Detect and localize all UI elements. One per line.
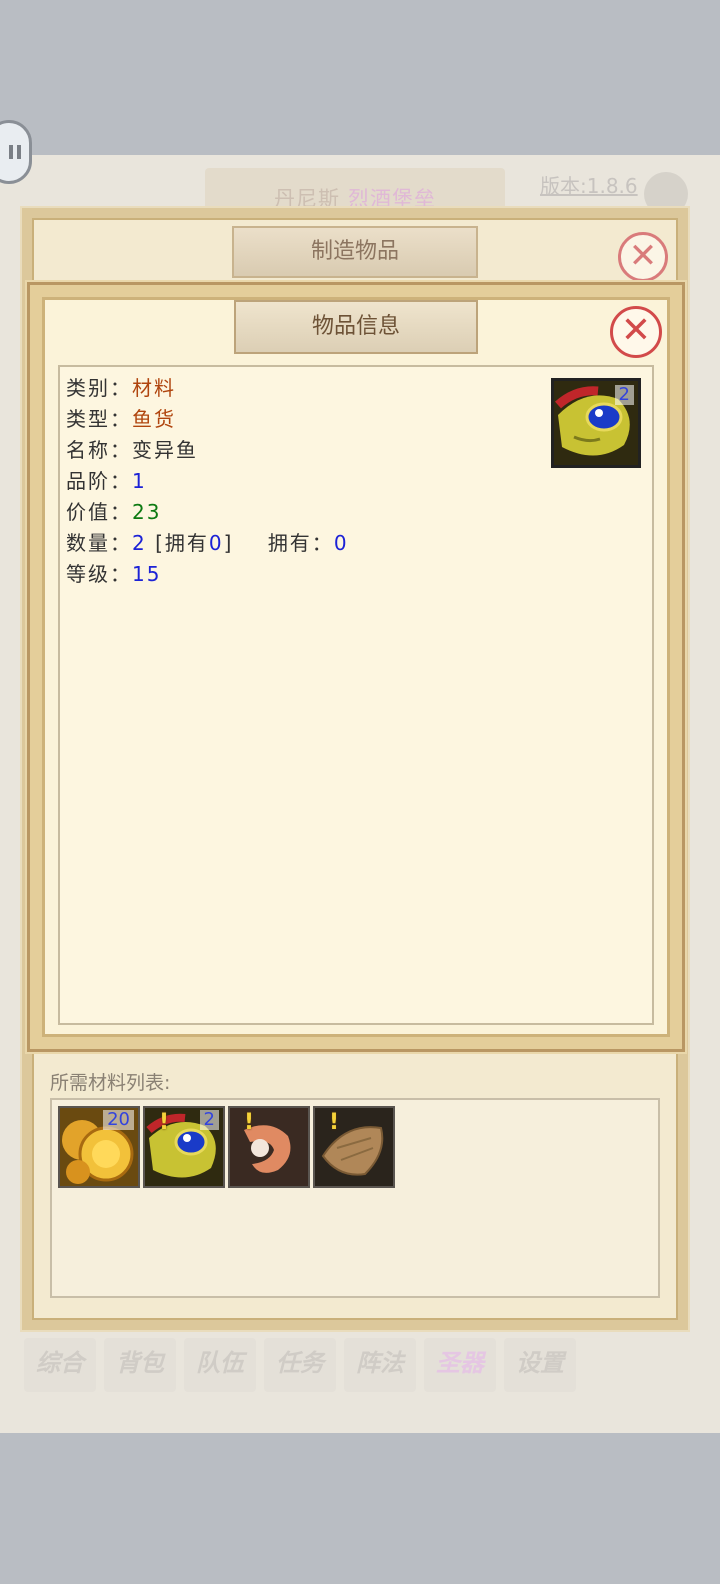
tab-formation[interactable]: 阵法 xyxy=(344,1338,416,1392)
owned-value: 0 xyxy=(333,531,349,555)
tab-team[interactable]: 队伍 xyxy=(184,1338,256,1392)
tab-artifact[interactable]: 圣器 xyxy=(424,1338,496,1392)
warning-icon: ! xyxy=(159,1110,170,1135)
value-value: 23 xyxy=(132,500,162,524)
material-slot-shrimp[interactable]: ! xyxy=(228,1106,310,1188)
grade-label: 品阶： xyxy=(66,469,132,493)
owned-bracket-close: ] xyxy=(223,531,234,555)
bottom-tab-bar: 综合 背包 队伍 任务 阵法 圣器 设置 xyxy=(24,1338,576,1392)
category-label: 类别： xyxy=(66,376,132,400)
owned-label: 拥有： xyxy=(267,531,334,555)
material-count: 2 xyxy=(199,1110,219,1130)
tab-quest[interactable]: 任务 xyxy=(264,1338,336,1392)
level-value: 15 xyxy=(132,562,162,586)
material-slot-fish[interactable]: ! 2 xyxy=(143,1106,225,1188)
name-value: 变异鱼 xyxy=(132,438,198,462)
pause-handle-icon[interactable] xyxy=(0,120,32,184)
category-value: 材料 xyxy=(132,376,176,400)
name-label: 名称： xyxy=(66,438,132,462)
material-slot-gold[interactable]: 20 xyxy=(58,1106,140,1188)
row-name: 名称：变异鱼 xyxy=(66,436,198,464)
materials-label: 所需材料列表: xyxy=(50,1072,171,1094)
tab-bag[interactable]: 背包 xyxy=(104,1338,176,1392)
craft-window-title: 制造物品 xyxy=(232,226,478,278)
row-grade: 品阶：1 xyxy=(66,467,147,495)
version-link[interactable]: 版本:1.8.6 xyxy=(540,170,638,199)
row-value: 价值：23 xyxy=(66,498,161,526)
value-label: 价值： xyxy=(66,500,132,524)
level-label: 等级： xyxy=(66,562,132,586)
quantity-label: 数量： xyxy=(66,531,132,555)
owned-bracket-open: [拥有 xyxy=(155,531,209,555)
type-label: 类型： xyxy=(66,407,132,431)
tab-settings[interactable]: 设置 xyxy=(504,1338,576,1392)
item-info-close-button[interactable]: ✕ xyxy=(610,306,662,358)
owned-bracket-value: 0 xyxy=(208,531,224,555)
warning-icon: ! xyxy=(329,1110,340,1135)
warning-icon: ! xyxy=(244,1110,255,1135)
sack-icon xyxy=(315,1108,393,1186)
craft-close-button[interactable]: ✕ xyxy=(618,232,668,282)
shrimp-icon xyxy=(230,1108,308,1186)
close-icon: ✕ xyxy=(628,236,658,276)
item-count: 2 xyxy=(614,385,634,405)
grade-value: 1 xyxy=(132,469,147,493)
quantity-value: 2 xyxy=(132,531,147,555)
row-category: 类别：材料 xyxy=(66,374,176,402)
type-value: 鱼货 xyxy=(132,407,176,431)
material-slot-sack[interactable]: ! xyxy=(313,1106,395,1188)
row-type: 类型：鱼货 xyxy=(66,405,176,433)
close-icon: ✕ xyxy=(620,310,652,351)
tab-overview[interactable]: 综合 xyxy=(24,1338,96,1392)
item-info-title: 物品信息 xyxy=(234,300,478,354)
row-level: 等级：15 xyxy=(66,560,161,588)
material-count: 20 xyxy=(103,1110,134,1130)
item-icon-slot: 2 xyxy=(551,378,641,468)
row-quantity: 数量：2 [拥有0] 拥有：0 xyxy=(66,529,349,557)
